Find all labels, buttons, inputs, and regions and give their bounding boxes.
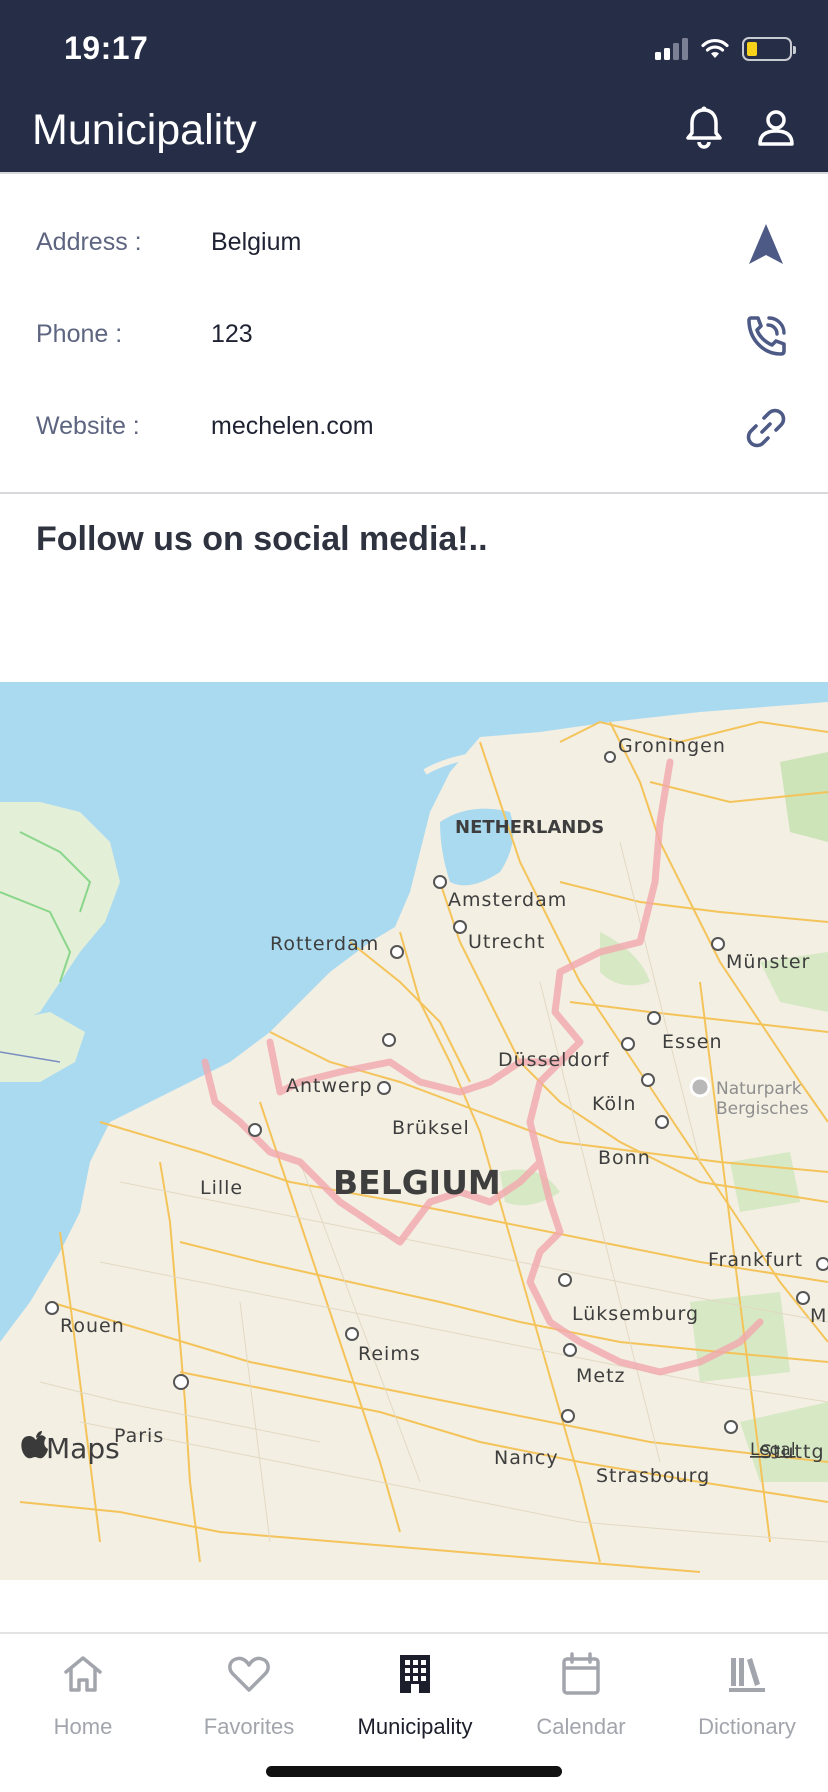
social-media-heading: Follow us on social media!.. (36, 520, 488, 558)
call-button[interactable] (738, 308, 794, 364)
tab-calendar-label: Calendar (536, 1714, 626, 1739)
map-label-essen: Essen (662, 1031, 723, 1053)
navigate-button[interactable] (738, 216, 794, 272)
maps-attribution: Maps (46, 1432, 120, 1465)
phone-row: Phone : 123 (0, 306, 828, 366)
navigation-arrow-icon (749, 224, 783, 264)
tab-home[interactable]: Home (0, 1648, 166, 1748)
map-canvas: Groningen Amsterdam Utrecht Rotterdam Mü… (0, 682, 828, 1573)
tab-dictionary[interactable]: Dictionary (664, 1648, 828, 1748)
map-label-lille: Lille (200, 1177, 243, 1199)
map-label-m: M (810, 1305, 827, 1327)
map-label-belgium: BELGIUM (333, 1163, 501, 1202)
battery-icon (742, 37, 796, 61)
tab-home-label: Home (53, 1714, 113, 1739)
tab-municipality[interactable]: Municipality (332, 1648, 498, 1748)
status-icons (655, 36, 796, 62)
cellular-signal-icon (655, 38, 688, 60)
apple-logo-icon (21, 1431, 48, 1459)
link-icon (746, 408, 786, 448)
notifications-button[interactable] (680, 104, 728, 152)
app-header: 19:17 Municipality (0, 0, 828, 172)
map-label-bergisches: Bergisches (716, 1099, 809, 1119)
calendar-icon (562, 1652, 600, 1695)
website-row: Website : mechelen.com (0, 398, 828, 458)
heart-icon (228, 1656, 270, 1692)
contact-info-card: Address : Belgium Phone : 123 Website : … (0, 172, 828, 494)
map-label-koln: Köln (592, 1093, 636, 1115)
map-label-antwerp: Antwerp (286, 1075, 373, 1097)
website-label: Website : (36, 412, 140, 440)
map-label-netherlands: NETHERLANDS (455, 817, 604, 838)
map-label-groningen: Groningen (618, 735, 726, 757)
map-label-frankfurt: Frankfurt (708, 1249, 803, 1271)
map-label-rouen: Rouen (60, 1315, 125, 1337)
building-icon (400, 1655, 430, 1693)
legal-link[interactable]: Legal (750, 1440, 796, 1460)
map-label-nancy: Nancy (494, 1447, 559, 1469)
map-label-luksemburg: Lüksemburg (572, 1303, 699, 1325)
phone-value: 123 (211, 320, 253, 348)
page-title: Municipality (32, 106, 257, 154)
tab-favorites[interactable]: Favorites (166, 1648, 332, 1748)
home-indicator[interactable] (266, 1766, 562, 1777)
user-icon (758, 110, 794, 146)
map-label-utrecht: Utrecht (468, 931, 545, 953)
profile-button[interactable] (752, 104, 800, 152)
status-time: 19:17 (64, 30, 149, 66)
map-label-dusseldorf: Düsseldorf (498, 1049, 610, 1071)
tab-favorites-label: Favorites (203, 1714, 295, 1739)
map-label-bonn: Bonn (598, 1147, 651, 1169)
phone-call-icon (747, 316, 786, 356)
map-label-metz: Metz (576, 1365, 626, 1387)
wifi-icon (701, 38, 729, 58)
open-website-button[interactable] (738, 400, 794, 456)
website-value: mechelen.com (211, 412, 374, 440)
map-view[interactable]: Groningen Amsterdam Utrecht Rotterdam Mü… (0, 682, 828, 1580)
books-icon (729, 1658, 765, 1692)
map-label-naturpark: Naturpark (716, 1079, 802, 1099)
address-row: Address : Belgium (0, 214, 828, 274)
map-label-amsterdam: Amsterdam (448, 889, 567, 911)
map-label-munster: Münster (726, 951, 810, 973)
tab-municipality-label: Municipality (357, 1714, 473, 1739)
address-value: Belgium (211, 228, 302, 256)
bell-icon (686, 106, 722, 149)
map-label-paris: Paris (114, 1425, 164, 1447)
phone-label: Phone : (36, 320, 123, 348)
map-label-reims: Reims (358, 1343, 421, 1365)
map-label-rotterdam: Rotterdam (270, 933, 379, 955)
map-label-bruksel: Brüksel (392, 1117, 470, 1139)
home-icon (64, 1656, 102, 1692)
address-label: Address : (36, 228, 142, 256)
tab-dictionary-label: Dictionary (698, 1714, 796, 1739)
tab-calendar[interactable]: Calendar (498, 1648, 664, 1748)
map-label-strasbourg: Strasbourg (596, 1465, 710, 1487)
